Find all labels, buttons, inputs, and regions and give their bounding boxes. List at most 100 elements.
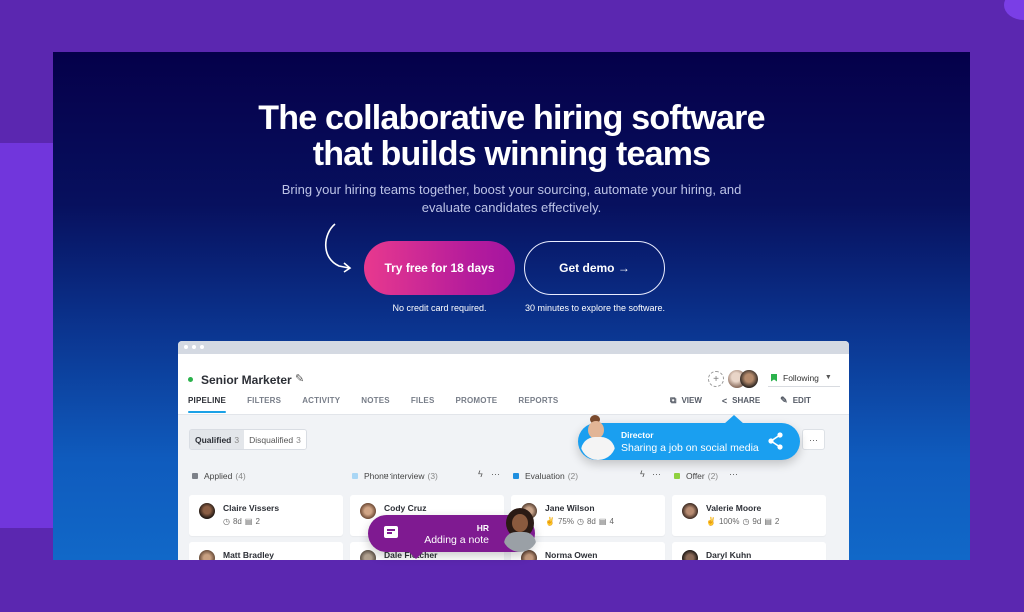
edit-button[interactable]: ✎ EDIT — [780, 395, 811, 406]
no-credit-card-note: No credit card required. — [392, 303, 487, 313]
candidate-name: Daryl Kuhn — [706, 550, 752, 560]
candidate-avatar — [199, 503, 215, 519]
qualified-tab[interactable]: Qualified 3 — [190, 430, 245, 449]
job-title: Senior Marketer — [201, 373, 292, 387]
qualified-label: Qualified — [195, 434, 232, 445]
candidate-meta: ◷ 8d ▤ 2 — [223, 517, 260, 526]
tab-promote[interactable]: PROMOTE — [455, 396, 497, 413]
candidate-name: Jane Wilson — [545, 503, 595, 513]
edit-title-icon[interactable]: ✎ — [295, 372, 304, 385]
stage-color — [352, 473, 358, 479]
bubble-action: Sharing a job on social media — [621, 442, 759, 454]
bookmark-icon — [771, 373, 777, 382]
candidate-avatar — [199, 550, 215, 560]
column-menu-icon[interactable]: ··· — [491, 469, 500, 479]
clock-icon: ◷ — [742, 517, 750, 526]
thumbs-up-icon: ✌ — [706, 517, 716, 526]
column-label: Applied — [204, 471, 233, 481]
column-menu-icon[interactable]: ··· — [652, 469, 661, 479]
candidate-card[interactable]: Matt Bradley — [189, 542, 343, 560]
comment-count: 2 — [774, 517, 780, 526]
lightning-icon[interactable]: ϟ — [478, 469, 483, 479]
window-dot — [200, 345, 204, 349]
column-header-applied: Applied (4) — [192, 471, 246, 481]
clock-icon: ◷ — [576, 517, 584, 526]
candidate-name: Cody Cruz — [384, 503, 427, 513]
comment-count: 4 — [609, 517, 614, 526]
candidate-card[interactable]: Valerie Moore ✌ 100% ◷ 9d ▤ 2 — [672, 495, 826, 536]
column-header-offer: Offer (2) — [674, 471, 718, 481]
tab-filters[interactable]: FILTERS — [247, 396, 281, 413]
share-icon: < — [721, 395, 728, 406]
hero-title-line: that builds winning teams — [312, 135, 711, 173]
get-demo-button[interactable]: Get demo → — [524, 241, 665, 295]
background-shape — [1004, 0, 1024, 20]
tab-files[interactable]: FILES — [411, 396, 435, 413]
days-in-stage: 8d — [586, 517, 596, 526]
column-menu-icon[interactable]: ··· — [729, 469, 738, 479]
edit-label: EDIT — [792, 396, 811, 405]
window-dot — [184, 345, 188, 349]
stage-color — [674, 473, 680, 479]
window-titlebar — [178, 341, 849, 354]
candidate-card[interactable]: Daryl Kuhn — [672, 542, 826, 560]
stage-color — [192, 473, 198, 479]
stage-color — [513, 473, 519, 479]
pencil-icon: ✎ — [780, 395, 788, 405]
column-label: Phone interview — [364, 471, 425, 481]
column-count: (2) — [567, 471, 579, 481]
status-dot — [188, 377, 193, 382]
more-options-button[interactable]: ··· — [802, 429, 825, 450]
member-avatar — [740, 370, 758, 388]
following-dropdown[interactable]: Following ▼ — [768, 369, 840, 387]
column-count: (2) — [707, 471, 719, 481]
view-button[interactable]: ⧉ VIEW — [670, 395, 702, 406]
share-icon — [768, 432, 783, 450]
candidate-meta: ✌ 75% ◷ 8d ▤ 4 — [545, 517, 614, 526]
window-dot — [192, 345, 196, 349]
column-label: Offer — [686, 471, 705, 481]
share-button[interactable]: < SHARE — [722, 395, 760, 406]
clock-icon: ◷ — [223, 517, 230, 526]
try-free-button[interactable]: Try free for 18 days — [364, 241, 515, 295]
candidate-avatar — [360, 550, 376, 560]
days-in-stage: 8d — [232, 517, 242, 526]
comment-count: 2 — [255, 517, 260, 526]
add-member-button[interactable]: + — [708, 371, 724, 387]
director-avatar — [580, 415, 616, 460]
hero-section: The collaborative hiring software that b… — [53, 52, 970, 560]
hero-subtitle-line: evaluate candidates effectively. — [421, 200, 602, 215]
tab-reports[interactable]: REPORTS — [518, 396, 558, 413]
job-tabs: PIPELINE FILTERS ACTIVITY NOTES FILES PR… — [188, 396, 579, 413]
qualification-toggle: Qualified 3 Disqualified 3 — [189, 429, 307, 450]
tab-activity[interactable]: ACTIVITY — [302, 396, 340, 413]
candidate-name: Norma Owen — [545, 550, 598, 560]
job-header: Senior Marketer ✎ PIPELINE FILTERS ACTIV… — [178, 354, 849, 415]
qualified-count: 3 — [234, 434, 240, 445]
following-label: Following — [783, 372, 819, 383]
disqualified-label: Disqualified — [249, 434, 294, 445]
lightning-icon[interactable]: ϟ — [640, 469, 645, 479]
tab-notes[interactable]: NOTES — [361, 396, 390, 413]
candidate-card[interactable]: Claire Vissers ◷ 8d ▤ 2 — [189, 495, 343, 536]
candidate-name: Valerie Moore — [706, 503, 762, 513]
candidate-avatar — [682, 503, 698, 519]
candidate-name: Claire Vissers — [223, 503, 280, 513]
rating-score: 100% — [718, 517, 740, 526]
bubble-action: Adding a note — [424, 534, 489, 546]
chevron-down-icon: ▼ — [824, 374, 832, 381]
column-count: (4) — [235, 471, 246, 481]
disqualified-tab[interactable]: Disqualified 3 — [244, 430, 306, 449]
demo-duration-note: 30 minutes to explore the software. — [524, 303, 666, 313]
tab-pipeline[interactable]: PIPELINE — [188, 396, 227, 413]
column-header-evaluation: Evaluation (2) — [513, 471, 578, 481]
hero-title-line: The collaborative hiring software — [258, 99, 765, 137]
bubble-role: HR — [476, 523, 489, 533]
comment-icon: ▤ — [598, 517, 607, 526]
column-label: Evaluation — [525, 471, 565, 481]
thumbs-up-icon: ✌ — [545, 517, 555, 526]
days-in-stage: 9d — [752, 517, 762, 526]
disqualified-count: 3 — [296, 434, 301, 445]
column-count: (3) — [427, 471, 438, 481]
share-label: SHARE — [732, 396, 761, 405]
